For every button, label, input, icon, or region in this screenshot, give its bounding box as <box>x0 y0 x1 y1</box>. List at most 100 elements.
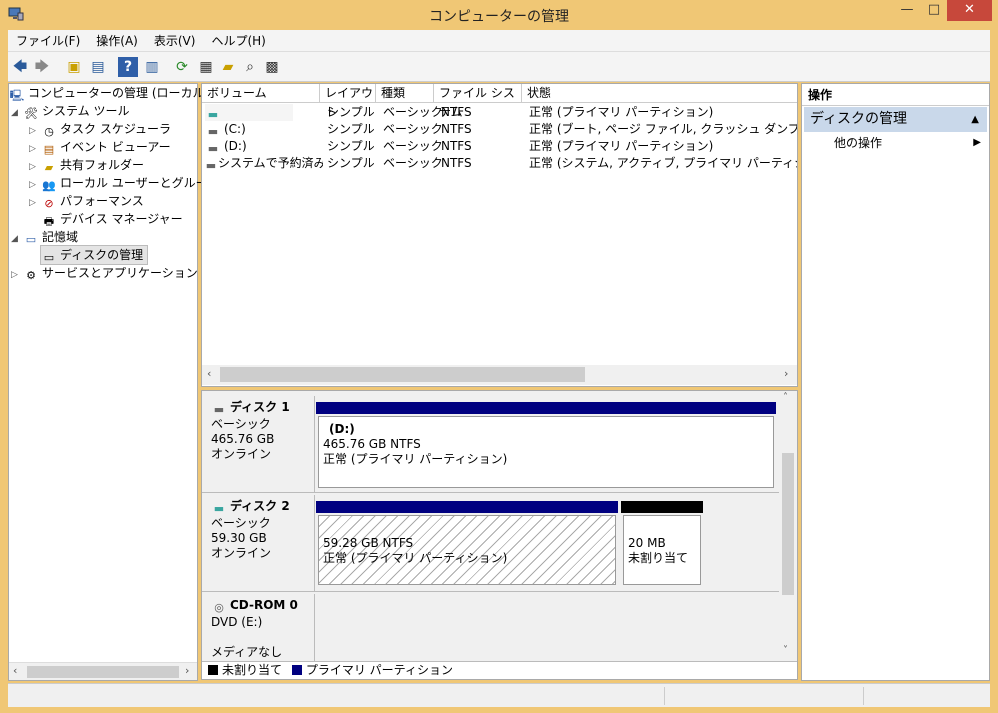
tree-item-performance[interactable]: ▷ ⊘ パフォーマンス <box>29 192 144 210</box>
action-pane: 操作 ディスクの管理 ▲ 他の操作 ▶ <box>801 83 990 681</box>
menu-view[interactable]: 表示(V) <box>146 30 204 52</box>
scroll-right-icon[interactable]: › <box>185 664 189 677</box>
tree-item-shared-folders[interactable]: ▷ ▰ 共有フォルダー <box>29 156 144 174</box>
services-icon: ⚙ <box>26 269 36 282</box>
table-row[interactable]: ▬ (D:) <box>205 138 320 155</box>
partition-disk2-primary[interactable]: 59.28 GB NTFS 正常 (プライマリ パーティション) <box>318 515 616 585</box>
cell-status: 正常 (プライマリ パーティション) <box>529 139 714 153</box>
expanded-arrow-icon[interactable]: ◢ <box>11 230 23 248</box>
volume-icon: ▬ <box>207 125 219 138</box>
partition-d[interactable]: (D:) 465.76 GB NTFS 正常 (プライマリ パーティション) <box>318 416 774 488</box>
expanded-arrow-icon[interactable]: ◢ <box>11 104 23 122</box>
cell-status: 正常 (システム, アクティブ, プライマリ パーティション) <box>529 156 797 170</box>
primary-partition-bar <box>316 402 776 414</box>
tree-item-system-tools[interactable]: ◢ 🛠 システム ツール <box>11 102 129 120</box>
column-header-layout[interactable]: レイアウト <box>320 84 376 119</box>
more-actions-item[interactable]: 他の操作 ▶ <box>804 134 987 154</box>
menu-action[interactable]: 操作(A) <box>88 30 146 52</box>
tree-item-disk-management[interactable]: ▭ ディスクの管理 <box>39 245 149 265</box>
disk-vertical-scrollbar[interactable]: ˄ ˅ <box>779 391 797 661</box>
event-viewer-icon: ▤ <box>43 143 55 156</box>
cdrom-area <box>316 594 779 661</box>
menu-bar: ファイル(F) 操作(A) 表示(V) ヘルプ(H) <box>8 30 990 52</box>
tree-item-services-apps[interactable]: ▷ ⚙ サービスとアプリケーション <box>11 264 198 282</box>
scroll-down-icon[interactable]: ˅ <box>783 645 788 656</box>
column-header-type[interactable]: 種類 <box>376 84 434 103</box>
show-hide-action-pane-icon[interactable]: ▥ <box>142 57 162 77</box>
volume-horizontal-scrollbar[interactable]: ‹ › <box>202 365 797 385</box>
forward-arrow-icon[interactable]: 🡆 <box>32 57 52 77</box>
cell-status: 正常 (ブート, ページ ファイル, クラッシュ ダンプ, プライマリ <box>529 122 797 136</box>
show-hide-tree-icon[interactable]: ▤ <box>88 57 108 77</box>
cell-type: ベーシック <box>383 139 443 153</box>
collapsed-arrow-icon[interactable]: ▷ <box>11 266 23 284</box>
close-button[interactable]: ✕ <box>947 0 992 21</box>
table-row[interactable]: ▬ <box>205 104 293 121</box>
properties-icon[interactable]: ▦ <box>196 57 216 77</box>
device-manager-icon: 🖶 <box>43 215 55 228</box>
disk-settings-icon[interactable]: ▩ <box>262 57 282 77</box>
action-section-disk-management[interactable]: ディスクの管理 ▲ <box>804 107 987 132</box>
menu-help[interactable]: ヘルプ(H) <box>203 30 273 52</box>
open-folder-icon[interactable]: ▰ <box>218 57 238 77</box>
scroll-thumb[interactable] <box>782 453 794 595</box>
tree-item-event-viewer[interactable]: ▷ ▤ イベント ビューアー <box>29 138 171 156</box>
tools-icon: 🛠 <box>24 107 38 120</box>
scroll-right-icon[interactable]: › <box>784 367 788 380</box>
table-row[interactable]: ▬ システムで予約済み <box>205 155 323 172</box>
clock-icon: ◷ <box>44 125 54 138</box>
unallocated-space[interactable]: 20 MB 未割り当て <box>623 515 701 585</box>
tree-horizontal-scrollbar[interactable]: ‹ › <box>9 662 197 680</box>
volume-icon: ▬ <box>207 142 219 155</box>
primary-swatch <box>291 665 302 675</box>
up-folder-icon[interactable]: ▣ <box>64 57 84 77</box>
scroll-thumb[interactable] <box>27 666 179 678</box>
cell-type: ベーシック <box>383 156 443 170</box>
submenu-arrow-icon: ▶ <box>973 137 981 148</box>
cell-type: ベーシック <box>383 105 443 119</box>
help-icon[interactable]: ? <box>118 57 138 77</box>
status-bar <box>8 683 990 707</box>
scroll-left-icon[interactable]: ‹ <box>207 367 211 380</box>
collapse-arrow-icon[interactable]: ▲ <box>971 107 979 132</box>
scroll-left-icon[interactable]: ‹ <box>13 664 17 677</box>
disk-1-label[interactable]: ▬ ディスク 1 ベーシック 465.76 GB オンライン <box>203 396 315 492</box>
volume-list: ボリューム レイアウト 種類 ファイル システム 状態 ▬ シンプル ベーシック… <box>201 83 798 387</box>
back-arrow-icon[interactable]: 🡄 <box>10 57 30 77</box>
tree-item-storage[interactable]: ◢ ▭ 記憶域 <box>11 228 78 246</box>
unallocated-bar <box>621 501 703 513</box>
scroll-up-icon[interactable]: ˄ <box>783 392 788 403</box>
cell-filesystem: NTFS <box>441 122 472 136</box>
tree-item-root[interactable]: 🖳 コンピューターの管理 (ローカル) <box>9 84 210 102</box>
scroll-thumb[interactable] <box>220 367 585 382</box>
column-header-status[interactable]: 状態 <box>522 84 797 103</box>
cell-filesystem: NTFS <box>441 139 472 153</box>
cell-layout: シンプル <box>327 156 375 170</box>
performance-icon: ⊘ <box>44 197 54 210</box>
column-header-filesystem[interactable]: ファイル システム <box>434 84 522 119</box>
cell-layout: シンプル <box>327 122 375 136</box>
disk-2-label[interactable]: ▬ ディスク 2 ベーシック 59.30 GB オンライン <box>203 495 315 591</box>
cdrom-label[interactable]: ◎ CD-ROM 0 DVD (E:) メディアなし <box>203 594 315 661</box>
refresh-icon[interactable]: ⟳ <box>172 57 192 77</box>
tree-item-task-scheduler[interactable]: ▷ ◷ タスク スケジューラ <box>29 120 171 138</box>
status-separator <box>664 687 665 705</box>
cell-status: 正常 (プライマリ パーティション) <box>529 105 714 119</box>
search-icon[interactable]: ⌕ <box>240 57 260 77</box>
tree-item-local-users[interactable]: ▷ 👥 ローカル ユーザーとグループ <box>29 174 219 192</box>
computer-icon: 🖳 <box>9 89 25 102</box>
menu-file[interactable]: ファイル(F) <box>8 30 88 52</box>
shared-folder-icon: ▰ <box>44 161 54 174</box>
hard-disk-icon: ▬ <box>213 403 225 416</box>
divider <box>202 492 779 493</box>
minimize-button[interactable]: — <box>893 0 921 21</box>
divider <box>202 591 779 592</box>
column-header-volume[interactable]: ボリューム <box>202 84 320 103</box>
cell-filesystem: NTFS <box>441 156 472 170</box>
status-separator <box>863 687 864 705</box>
maximize-button[interactable]: □ <box>921 0 947 21</box>
tree-item-device-manager[interactable]: 🖶 デバイス マネージャー <box>29 210 183 228</box>
table-row[interactable]: ▬ (C:) <box>205 121 320 138</box>
cd-drive-icon: ◎ <box>214 601 224 614</box>
unallocated-swatch <box>208 665 218 675</box>
